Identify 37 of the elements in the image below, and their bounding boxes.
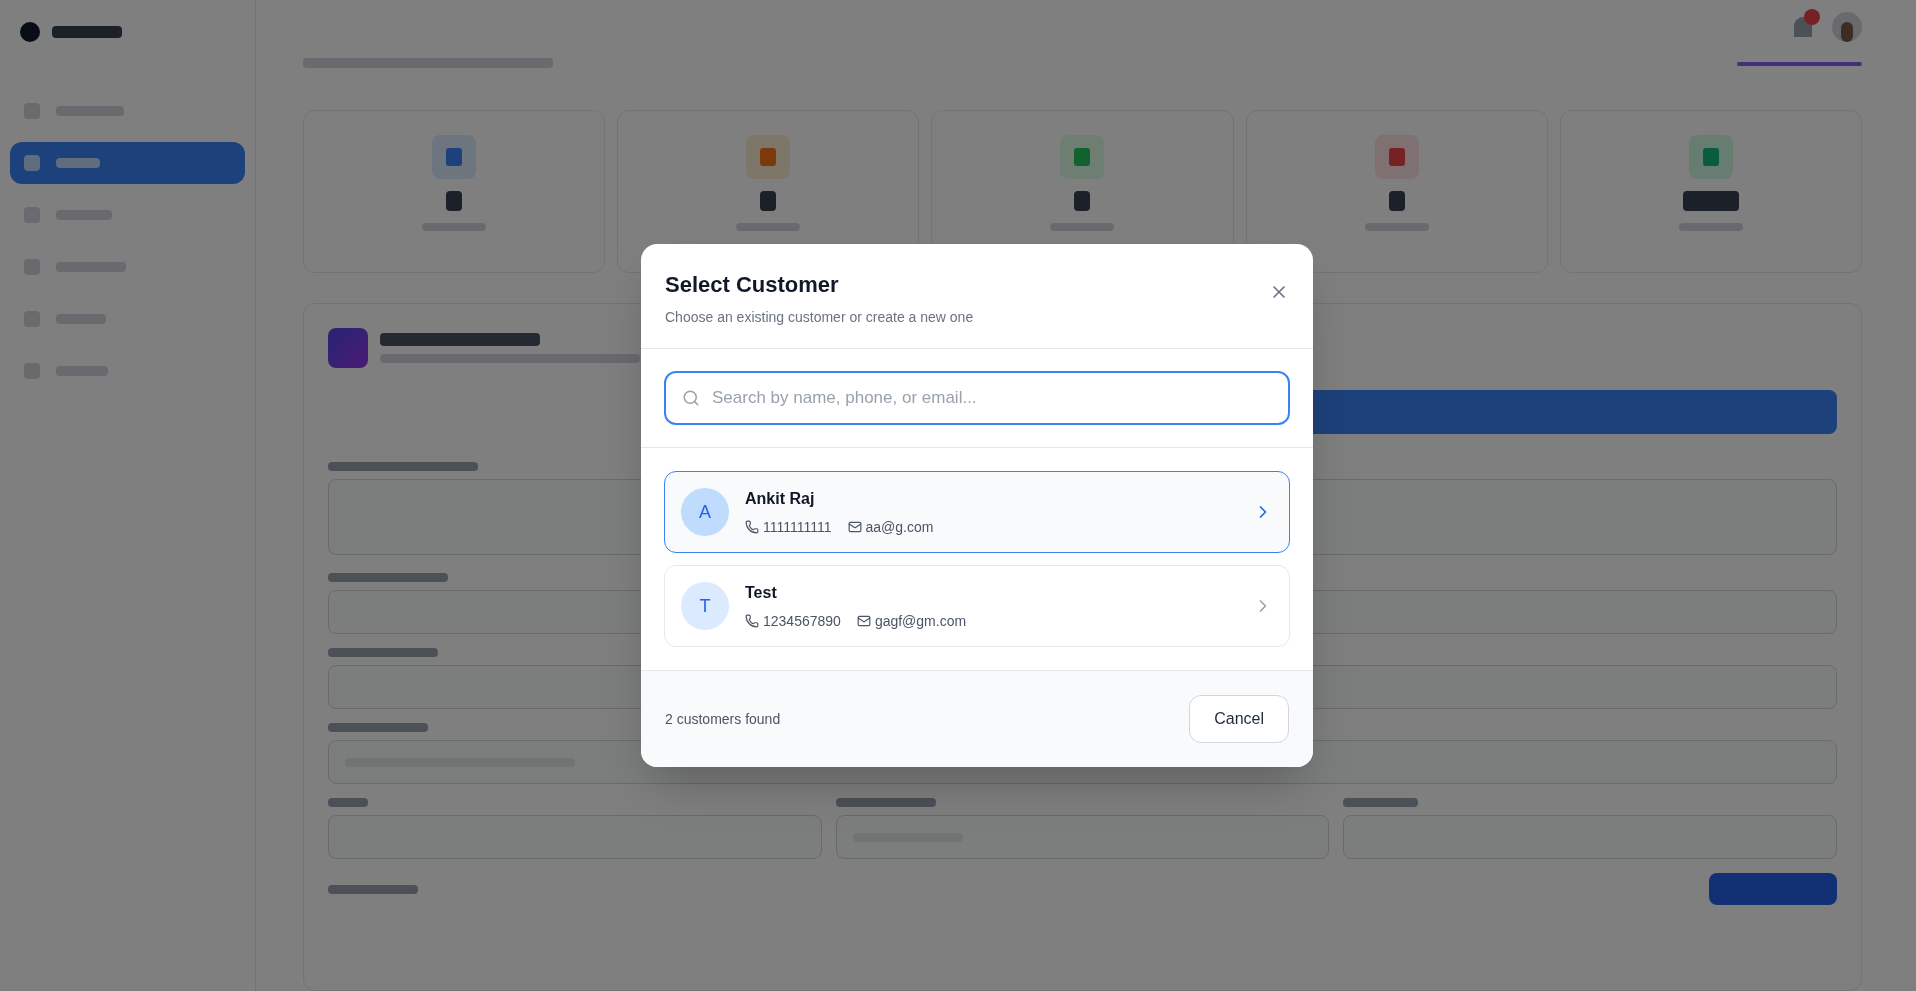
quick-order-icon <box>328 328 368 368</box>
mail-icon <box>856 614 871 628</box>
dialog-subtitle: Choose an existing customer or create a new one <box>665 308 974 327</box>
stat-icon <box>746 135 791 179</box>
customer-avatar: A <box>681 488 729 536</box>
stat-icon <box>432 135 477 179</box>
blurred-text-line <box>56 158 100 168</box>
input-field[interactable] <box>328 815 822 859</box>
blurred-text-line <box>52 26 122 38</box>
nav-item[interactable] <box>10 142 245 184</box>
logo-icon <box>20 22 40 42</box>
mail-icon <box>847 520 862 534</box>
blurred-text-line <box>736 223 801 231</box>
customer-row[interactable]: A Ankit Raj 1111111111 aa@g.com <box>664 471 1290 553</box>
phone-icon <box>745 614 759 628</box>
dialog-title: Select Customer <box>665 271 840 299</box>
customer-phone: 1111111111 <box>763 517 832 537</box>
stat-icon <box>1688 135 1733 179</box>
customer-phone: 1234567890 <box>763 611 841 631</box>
customer-email: gagf@gm.com <box>874 611 967 631</box>
customer-row[interactable]: T Test 1234567890 gagf@gm.com <box>664 565 1290 647</box>
phone-icon <box>745 520 759 534</box>
cancel-button[interactable]: Cancel <box>1189 695 1289 743</box>
search-field[interactable]: Search by name, phone, or email... <box>664 371 1290 425</box>
stat-icon <box>1374 135 1419 179</box>
add-products-button[interactable] <box>1709 873 1837 905</box>
blurred-text-line <box>328 798 368 807</box>
customer-avatar: T <box>681 582 729 630</box>
result-count: 2 customers found <box>665 709 781 729</box>
customer-email: aa@g.com <box>865 517 934 537</box>
nav-icon <box>24 155 40 171</box>
avatar[interactable] <box>1832 12 1862 42</box>
customer-name: Ankit Raj <box>745 488 816 509</box>
customer-name: Test <box>745 582 778 603</box>
blurred-text-line <box>1050 223 1115 231</box>
stat-icon <box>1060 135 1105 179</box>
input-field[interactable] <box>835 815 1330 859</box>
